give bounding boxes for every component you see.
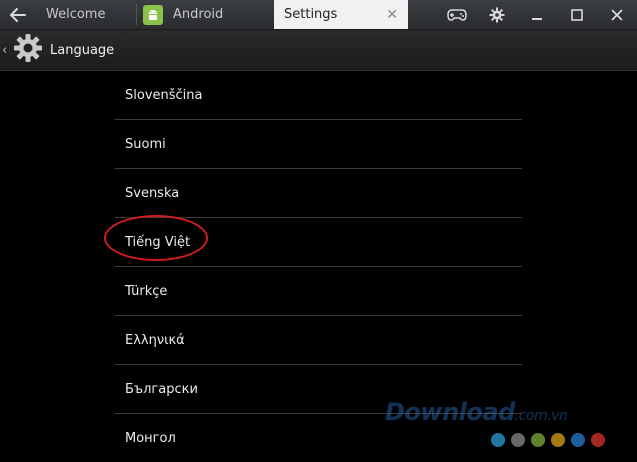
tab-android-label: Android <box>173 7 224 22</box>
language-item-turkce[interactable]: Türkçe <box>115 267 522 316</box>
maximize-button[interactable] <box>557 0 597 29</box>
gear-icon <box>489 7 505 22</box>
gamepad-icon <box>447 8 467 21</box>
language-item-slovenscina[interactable]: Slovenščina <box>115 71 522 120</box>
tab-welcome-label: Welcome <box>46 7 106 22</box>
watermark-dot <box>531 433 545 447</box>
watermark-dot <box>591 433 605 447</box>
watermark-dots <box>491 433 605 447</box>
settings-app-icon[interactable] <box>12 32 44 68</box>
close-icon[interactable]: ✕ <box>386 7 398 23</box>
arrow-left-icon <box>10 7 26 22</box>
back-button[interactable] <box>0 0 36 29</box>
chevron-left-icon[interactable]: ‹ <box>2 43 12 58</box>
minimize-icon <box>532 17 542 20</box>
language-item-svenska[interactable]: Svenska <box>115 169 522 218</box>
action-bar: ‹ Language <box>0 30 637 71</box>
watermark-dot <box>491 433 505 447</box>
close-window-button[interactable] <box>597 0 637 29</box>
tab-settings[interactable]: Settings ✕ <box>274 0 408 29</box>
watermark-dot <box>551 433 565 447</box>
page-title: Language <box>50 42 115 58</box>
watermark-suffix: .com.vn <box>514 408 568 424</box>
window-controls <box>437 0 637 29</box>
watermark: Download.com.vn <box>385 398 568 426</box>
gear-icon <box>14 34 42 62</box>
minimize-button[interactable] <box>517 0 557 29</box>
language-item-suomi[interactable]: Suomi <box>115 120 522 169</box>
emulator-window: Welcome Android Settings ✕ ‹ Language Sl… <box>0 0 637 462</box>
title-bar: Welcome Android Settings ✕ <box>0 0 637 30</box>
settings-button[interactable] <box>477 0 517 29</box>
tab-settings-label: Settings <box>284 7 338 22</box>
watermark-dot <box>511 433 525 447</box>
watermark-main: Download <box>385 398 515 426</box>
language-item-tieng-viet[interactable]: Tiếng Việt <box>115 218 522 267</box>
gamepad-button[interactable] <box>437 0 477 29</box>
tab-welcome[interactable]: Welcome <box>36 0 136 29</box>
android-icon <box>143 4 163 25</box>
language-item-ellinika[interactable]: Ελληνικά <box>115 316 522 365</box>
maximize-icon <box>571 8 583 21</box>
tab-android[interactable]: Android <box>137 0 272 29</box>
watermark-dot <box>571 433 585 447</box>
close-icon <box>611 8 623 21</box>
